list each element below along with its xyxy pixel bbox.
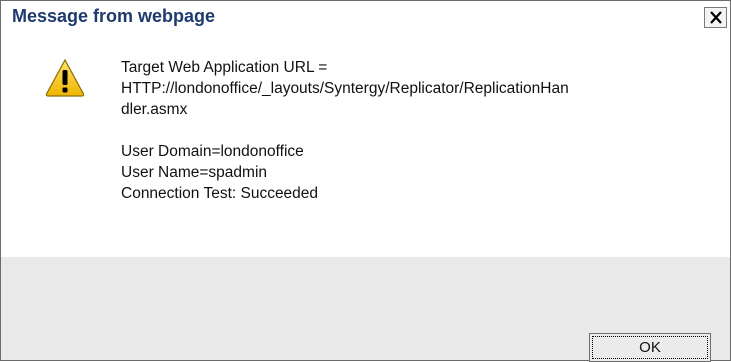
message-text: Target Web Application URL = HTTP://lond… <box>121 57 701 204</box>
message-line: HTTP://londonoffice/_layouts/Syntergy/Re… <box>121 80 569 97</box>
title-bar: Message from webpage <box>1 1 730 36</box>
message-line: User Domain=londonoffice <box>121 143 304 160</box>
warning-icon <box>45 58 85 97</box>
dialog-title: Message from webpage <box>12 6 216 26</box>
close-button[interactable] <box>704 7 727 28</box>
message-line: dler.asmx <box>121 101 188 118</box>
close-icon <box>710 11 722 24</box>
message-spacer <box>121 120 701 141</box>
message-dialog: Message from webpage Target Web Applicat… <box>0 0 731 361</box>
message-line: Connection Test: Succeeded <box>121 185 319 202</box>
message-line: Target Web Application URL = <box>121 59 328 76</box>
message-line: User Name=spadmin <box>121 164 268 181</box>
ok-button[interactable]: OK <box>589 333 711 362</box>
